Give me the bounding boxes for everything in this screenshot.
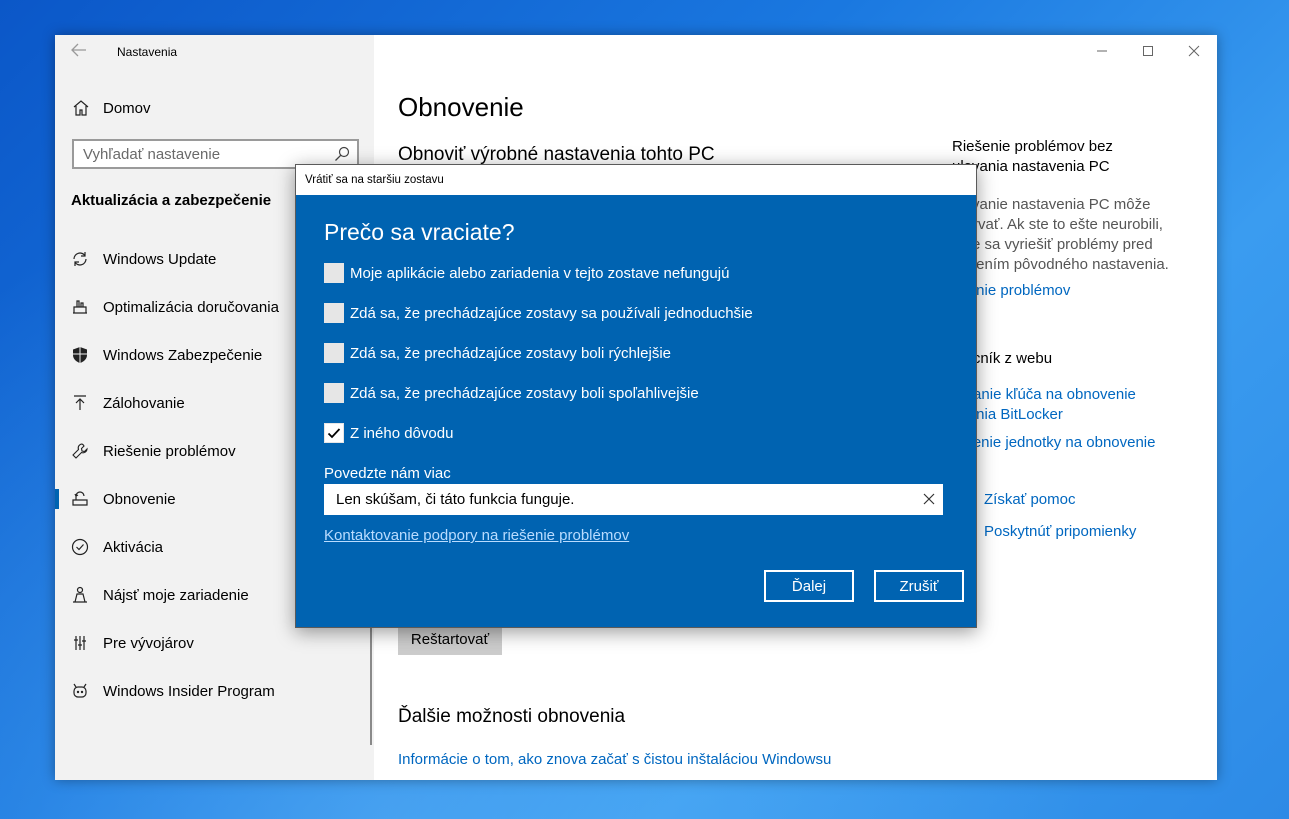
related-title-line: ulovania nastavenia PC: [952, 158, 1110, 175]
home-link[interactable]: Domov: [72, 97, 151, 119]
related-text-line: ulovanie nastavenia PC môže: [952, 196, 1151, 213]
recovery-icon: [71, 490, 89, 508]
sidebar-item-label: Zálohovanie: [103, 394, 185, 412]
related-text-line: ľu trvať. Ak ste to ešte neurobili,: [952, 216, 1163, 233]
page-title: Obnovenie: [398, 92, 524, 122]
related-text-line: úste sa vyriešiť problémy pred: [952, 236, 1153, 253]
sidebar-item-for-developers[interactable]: Pre vývojárov: [55, 623, 374, 663]
related-panel: Riešenie problémov bez ulovania nastaven…: [952, 137, 1202, 453]
tell-us-box[interactable]: [324, 484, 943, 515]
reason-option-faster[interactable]: Zdá sa, že prechádzajúce zostavy boli rý…: [324, 342, 671, 364]
sidebar-item-label: Windows Insider Program: [103, 682, 275, 700]
developer-icon: [71, 634, 89, 652]
checkmark-icon: [327, 428, 341, 439]
sidebar-item-windows-insider[interactable]: Windows Insider Program: [55, 671, 374, 711]
sidebar-item-label: Riešenie problémov: [103, 442, 236, 460]
search-icon[interactable]: [334, 146, 350, 162]
dialog-titlebar: Vrátiť sa na staršiu zostavu: [296, 165, 976, 195]
cancel-button[interactable]: Zrušiť: [874, 570, 964, 602]
section-title: Aktualizácia a zabezpečenie: [71, 192, 272, 209]
shield-icon: [71, 346, 89, 364]
next-button[interactable]: Ďalej: [764, 570, 854, 602]
check-circle-icon: [71, 538, 89, 556]
back-arrow-icon[interactable]: [71, 43, 89, 59]
search-input[interactable]: [74, 141, 324, 167]
reason-option-apps[interactable]: Moje aplikácie alebo zariadenia v tejto …: [324, 262, 729, 284]
app-title: Nastavenia: [117, 45, 178, 59]
recovery-drive-link[interactable]: vorenie jednotky na obnovenie: [952, 433, 1202, 453]
upload-arrow-icon: [71, 394, 89, 412]
checkbox-checked[interactable]: [324, 423, 344, 443]
reason-option-easier[interactable]: Zdá sa, že prechádzajúce zostavy sa použ…: [324, 302, 753, 324]
go-back-dialog: Vrátiť sa na staršiu zostavu Prečo sa vr…: [295, 164, 977, 628]
refresh-icon: [71, 250, 89, 268]
checkbox[interactable]: [324, 263, 344, 283]
bitlocker-key-link-line2[interactable]: ovania BitLocker: [952, 405, 1202, 425]
dialog-title: Vrátiť sa na staršiu zostavu: [305, 174, 444, 186]
option-label: Moje aplikácie alebo zariadenia v tejto …: [350, 264, 730, 282]
related-title-line: Riešenie problémov bez: [952, 138, 1113, 155]
reason-option-reliable[interactable]: Zdá sa, že prechádzajúce zostavy boli sp…: [324, 382, 699, 404]
option-label: Z iného dôvodu: [350, 424, 454, 442]
sidebar-item-label: Windows Update: [103, 250, 217, 268]
checkbox[interactable]: [324, 383, 344, 403]
home-label: Domov: [103, 99, 151, 117]
bitlocker-key-link[interactable]: ľadanie kľúča na obnovenie: [952, 385, 1202, 405]
more-options-heading: Ďalšie možnosti obnovenia: [398, 706, 626, 727]
reason-option-other[interactable]: Z iného dôvodu: [324, 422, 453, 444]
person-locate-icon: [71, 586, 89, 604]
reset-pc-heading: Obnoviť výrobné nastavenia tohto PC: [398, 144, 715, 165]
clear-icon[interactable]: [922, 492, 936, 506]
sidebar-item-label: Obnovenie: [103, 490, 176, 508]
tell-us-input[interactable]: [325, 485, 905, 514]
sidebar-item-label: Optimalizácia doručovania: [103, 298, 279, 316]
clean-install-link[interactable]: Informácie o tom, ako znova začať s čist…: [398, 751, 831, 768]
feedback-link[interactable]: Poskytnúť pripomienky: [984, 522, 1136, 542]
tell-us-label: Povedzte nám viac: [324, 465, 451, 482]
troubleshoot-link[interactable]: ešenie problémov: [952, 281, 1202, 301]
sidebar-item-label: Nájsť moje zariadenie: [103, 586, 249, 604]
related-text-line: novením pôvodného nastavenia.: [952, 256, 1169, 273]
checkbox[interactable]: [324, 303, 344, 323]
insider-icon: [71, 682, 89, 700]
option-label: Zdá sa, že prechádzajúce zostavy boli sp…: [350, 384, 699, 402]
support-link[interactable]: Kontaktovanie podpory na riešenie problé…: [324, 527, 629, 544]
checkbox[interactable]: [324, 343, 344, 363]
get-help-link[interactable]: Získať pomoc: [984, 490, 1076, 510]
sidebar-item-label: Windows Zabezpečenie: [103, 346, 263, 364]
delivery-icon: [71, 298, 89, 316]
sidebar-item-label: Aktivácia: [103, 538, 164, 556]
home-icon: [72, 99, 90, 117]
feedback-row[interactable]: Poskytnúť pripomienky: [952, 522, 1136, 542]
dialog-heading: Prečo sa vraciate?: [324, 219, 515, 245]
wrench-icon: [71, 442, 89, 460]
sidebar-item-label: Pre vývojárov: [103, 634, 194, 652]
option-label: Zdá sa, že prechádzajúce zostavy sa použ…: [350, 304, 753, 322]
web-help-title: mocník z webu: [952, 350, 1053, 367]
option-label: Zdá sa, že prechádzajúce zostavy boli rý…: [350, 344, 671, 362]
